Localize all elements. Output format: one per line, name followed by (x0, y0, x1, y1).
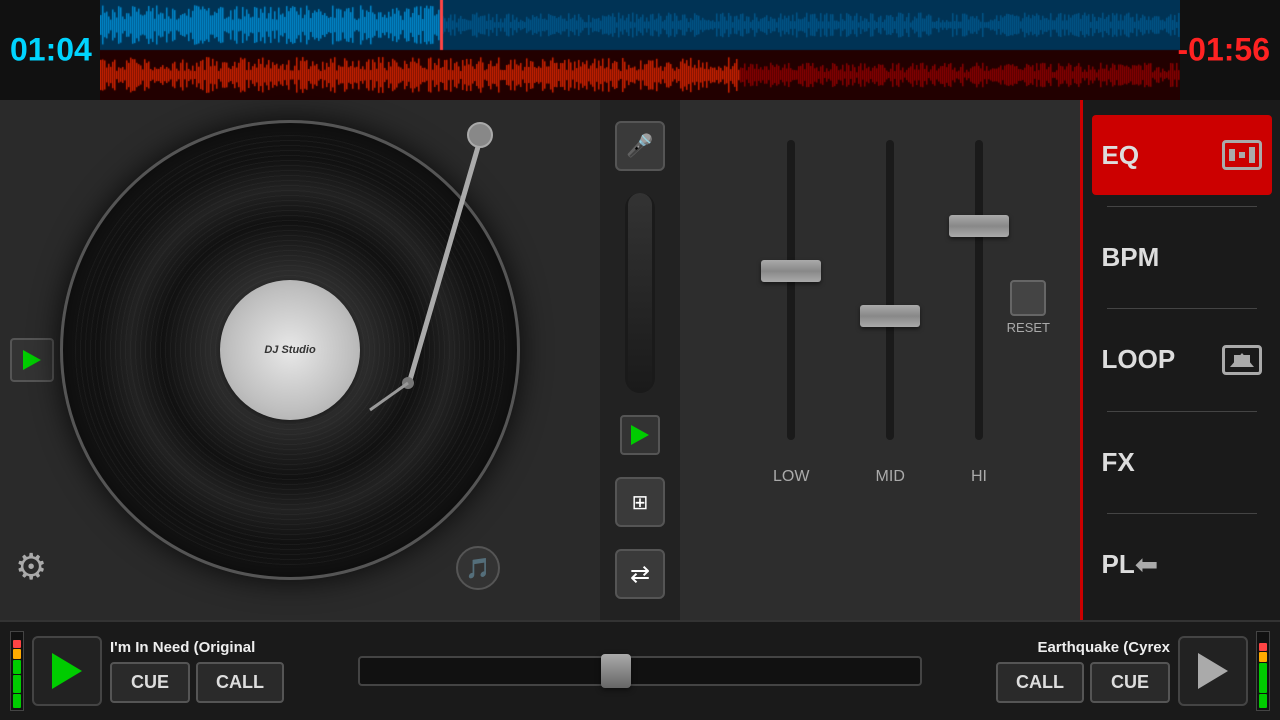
turntable[interactable]: DJ Studio (60, 120, 520, 580)
level-green1 (13, 660, 21, 674)
loop-button[interactable]: LOOP (1092, 320, 1272, 400)
back-arrow-icon: ⬅ (1135, 548, 1158, 581)
turntable-label: DJ Studio (220, 280, 360, 420)
center-mixer: 🎤 ⊞ ⇄ (600, 100, 680, 620)
shuffle-button[interactable]: ⇄ (615, 549, 665, 599)
eq-panel-label: EQ (1102, 140, 1140, 171)
eq-low-track[interactable] (787, 140, 795, 440)
music-add-button[interactable]: 🎵 (456, 546, 500, 590)
time-right: -01:56 (1178, 32, 1271, 69)
level-green2 (13, 675, 21, 693)
center-fader-track (628, 193, 652, 393)
left-track-title: I'm In Need (Original (110, 639, 340, 656)
pl-button[interactable]: PL ⬅ (1092, 525, 1272, 605)
level-green2-r (1259, 694, 1267, 708)
main-section: DJ Studio ⚙ 🎵 🎤 (0, 100, 1280, 620)
bpm-label: BPM (1102, 242, 1160, 273)
eq-low-slider-wrap: LOW (773, 140, 809, 500)
center-fader[interactable] (625, 193, 655, 393)
eq-mid-label: MID (876, 468, 905, 486)
eq-mid-track[interactable] (886, 140, 894, 440)
right-panel: EQ BPM LOOP FX (1080, 100, 1280, 620)
eq-hi-thumb[interactable] (949, 215, 1009, 237)
left-track-info: I'm In Need (Original CUE CALL (110, 639, 340, 703)
eq-hi-track[interactable] (975, 140, 983, 440)
shuffle-icon: ⇄ (630, 560, 650, 589)
right-track-info: Earthquake (Cyrex CALL CUE (940, 639, 1170, 703)
level-green3 (13, 694, 21, 708)
divider-3 (1107, 411, 1257, 412)
mic-icon: 🎤 (626, 133, 653, 159)
bottom-bar: I'm In Need (Original CUE CALL Earthquak… (0, 620, 1280, 720)
reset-button[interactable]: RESET (1007, 280, 1050, 335)
gear-icon: ⚙ (15, 546, 47, 587)
right-play-button[interactable] (1178, 636, 1248, 706)
level-orange (13, 649, 21, 659)
left-level-meter (10, 631, 24, 711)
eq-panel-icon (1222, 140, 1262, 170)
level-orange-r (1259, 652, 1267, 662)
right-play-icon (1198, 653, 1228, 689)
eq-hi-label: HI (971, 468, 987, 486)
divider-1 (1107, 206, 1257, 207)
home-shape (1230, 353, 1254, 367)
fx-label: FX (1102, 447, 1135, 478)
center-play-icon (631, 425, 649, 445)
settings-button[interactable]: ⚙ (15, 546, 59, 590)
reset-icon (1010, 280, 1046, 316)
grid-icon: ⊞ (632, 490, 649, 515)
eq-section: LOW MID HI RESET (680, 100, 1080, 620)
left-cue-button[interactable]: CUE (110, 662, 190, 703)
crossfader-thumb[interactable] (601, 654, 631, 688)
right-cue-button[interactable]: CUE (1090, 662, 1170, 703)
right-bottom-buttons: CALL CUE (996, 662, 1170, 703)
eq-panel-button[interactable]: EQ (1092, 115, 1272, 195)
play-left-icon (23, 350, 41, 370)
waveform-section: 01:04 -01:56 (0, 0, 1280, 100)
divider-2 (1107, 308, 1257, 309)
reset-label: RESET (1007, 320, 1050, 335)
loop-icon (1222, 345, 1262, 375)
eq-hi-slider-wrap: HI (971, 140, 987, 500)
time-left: 01:04 (10, 32, 92, 69)
eq-wave-icon (1227, 145, 1257, 165)
crossfader-track[interactable] (358, 656, 922, 686)
fx-button[interactable]: FX (1092, 422, 1272, 502)
eq-low-thumb[interactable] (761, 260, 821, 282)
eq-mid-slider-wrap: MID (876, 140, 905, 500)
turntable-platter: DJ Studio (60, 120, 520, 580)
center-play-button[interactable] (620, 415, 660, 455)
left-play-icon (52, 653, 82, 689)
right-track-title: Earthquake (Cyrex (1037, 639, 1170, 656)
loop-label: LOOP (1102, 344, 1176, 375)
bpm-button[interactable]: BPM (1092, 218, 1272, 298)
play-left-button[interactable] (10, 338, 54, 382)
mic-button[interactable]: 🎤 (615, 121, 665, 171)
eq-mid-thumb[interactable] (860, 305, 920, 327)
music-add-icon: 🎵 (466, 556, 491, 581)
grid-button[interactable]: ⊞ (615, 477, 665, 527)
level-red (13, 640, 21, 648)
right-level-meter (1256, 631, 1270, 711)
left-play-button[interactable] (32, 636, 102, 706)
left-deck: DJ Studio ⚙ 🎵 (0, 100, 600, 620)
eq-low-label: LOW (773, 468, 809, 486)
left-call-button[interactable]: CALL (196, 662, 284, 703)
divider-4 (1107, 513, 1257, 514)
left-bottom-buttons: CUE CALL (110, 662, 340, 703)
level-green1-r (1259, 663, 1267, 693)
waveform-canvas[interactable] (100, 0, 1180, 100)
right-call-button[interactable]: CALL (996, 662, 1084, 703)
pl-label: PL (1102, 549, 1135, 580)
crossfader-section (348, 656, 932, 686)
level-red-r (1259, 643, 1267, 651)
